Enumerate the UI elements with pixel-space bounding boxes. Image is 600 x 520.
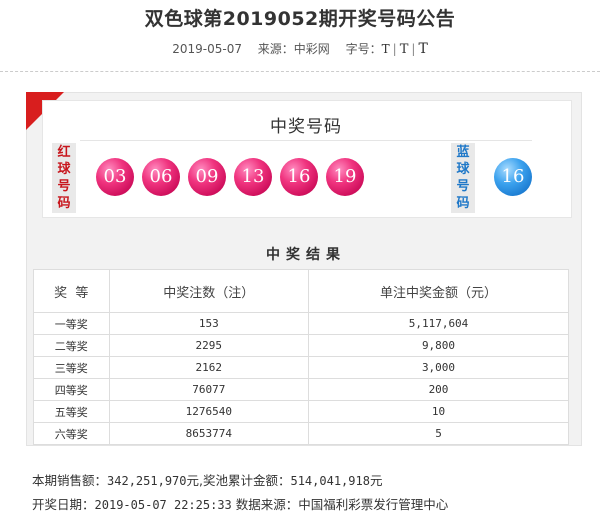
table-row: 一等奖 153 5,117,604 (33, 312, 569, 335)
prize-level: 五等奖 (33, 400, 110, 423)
red-ball: 09 (188, 158, 226, 196)
sales-unit: 元,奖池累计金额： (186, 473, 291, 488)
table-row: 四等奖 76077 200 (33, 378, 569, 401)
sales-value: 342,251,970 (107, 474, 187, 488)
sales-summary: 本期销售额：342,251,970元,奖池累计金额：514,041,918元 (32, 470, 382, 489)
red-ball: 19 (326, 158, 364, 196)
header-divider (0, 71, 600, 72)
winner-count: 1276540 (108, 400, 310, 423)
winner-count: 2295 (108, 334, 310, 357)
results-title: 中奖结果 (266, 247, 346, 263)
draw-date-value: 2019-05-07 22:25:33 (94, 498, 232, 512)
font-large-button[interactable]: T (418, 41, 427, 57)
draw-info: 开奖日期：2019-05-07 22:25:33 数据来源：中国福利彩票发行管理… (32, 494, 448, 513)
prize-amount: 5 (308, 422, 569, 445)
separator: | (411, 42, 416, 56)
prize-level: 四等奖 (33, 378, 110, 401)
title-divider (80, 140, 532, 141)
prize-amount: 3,000 (308, 356, 569, 379)
table-row: 五等奖 1276540 10 (33, 400, 569, 423)
red-ball: 03 (96, 158, 134, 196)
source-text: 来源：中彩网 (257, 42, 330, 56)
blue-ball-label: 蓝 球 号 码 (451, 143, 475, 213)
prize-amount: 9,800 (308, 334, 569, 357)
font-size-label: 字号： (345, 42, 382, 56)
prize-level: 六等奖 (33, 422, 110, 445)
font-small-button[interactable]: T (382, 42, 390, 56)
table-row: 三等奖 2162 3,000 (33, 356, 569, 379)
red-ball: 16 (280, 158, 318, 196)
prize-amount: 200 (308, 378, 569, 401)
publish-date: 2019-05-07 (172, 42, 242, 56)
red-ball: 06 (142, 158, 180, 196)
prize-table: 奖 等 中奖注数（注） 单注中奖金额（元） 一等奖 153 5,117,604 … (33, 269, 569, 445)
winning-numbers-title: 中奖号码 (270, 117, 342, 137)
blue-ball: 16 (494, 158, 532, 196)
font-size-control: 字号：T | T | T (345, 41, 428, 57)
draw-date-label: 开奖日期： (32, 497, 95, 512)
prize-level: 二等奖 (33, 334, 110, 357)
prize-level: 三等奖 (33, 356, 110, 379)
pool-value: 514,041,918 (290, 474, 370, 488)
page-title: 双色球第2019052期开奖号码公告 (144, 8, 456, 30)
winner-count: 153 (108, 312, 310, 335)
article-meta: 2019-05-07 来源：中彩网 字号：T | T | T (0, 40, 600, 57)
prize-amount: 5,117,604 (308, 312, 569, 335)
prize-amount: 10 (308, 400, 569, 423)
red-ball: 13 (234, 158, 272, 196)
table-row: 六等奖 8653774 5 (33, 422, 569, 445)
pool-unit: 元 (369, 473, 383, 488)
font-medium-button[interactable]: T (400, 42, 409, 57)
column-header-count: 中奖注数（注） (108, 269, 310, 313)
separator: | (392, 42, 397, 56)
column-header-level: 奖 等 (33, 269, 110, 313)
data-source: 数据来源：中国福利彩票发行管理中心 (235, 497, 449, 512)
winner-count: 2162 (108, 356, 310, 379)
winner-count: 8653774 (108, 422, 310, 445)
prize-level: 一等奖 (33, 312, 110, 335)
table-header-row: 奖 等 中奖注数（注） 单注中奖金额（元） (33, 269, 569, 313)
red-ball-label: 红 球 号 码 (52, 143, 76, 213)
column-header-amount: 单注中奖金额（元） (308, 269, 569, 313)
sales-label: 本期销售额： (32, 473, 108, 488)
table-row: 二等奖 2295 9,800 (33, 334, 569, 357)
winner-count: 76077 (108, 378, 310, 401)
